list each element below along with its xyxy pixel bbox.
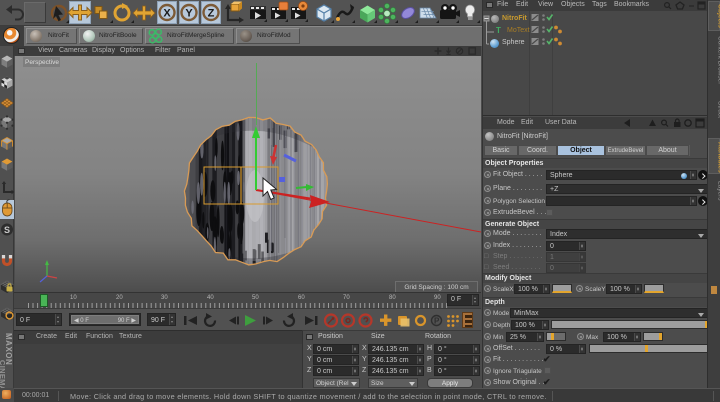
svg-text:Struct: Struct [717, 101, 720, 118]
svg-text:S: S [4, 225, 10, 235]
svg-text:Z: Z [208, 8, 215, 20]
svg-text:Y: Y [185, 8, 193, 20]
svg-text:Objects: Objects [717, 4, 720, 28]
svg-text:Attributes: Attributes [717, 142, 720, 173]
svg-text:Content Browser: Content Browser [717, 36, 720, 85]
svg-text:X: X [163, 8, 171, 20]
svg-text:Layers: Layers [717, 181, 720, 201]
svg-text:P: P [434, 317, 440, 326]
